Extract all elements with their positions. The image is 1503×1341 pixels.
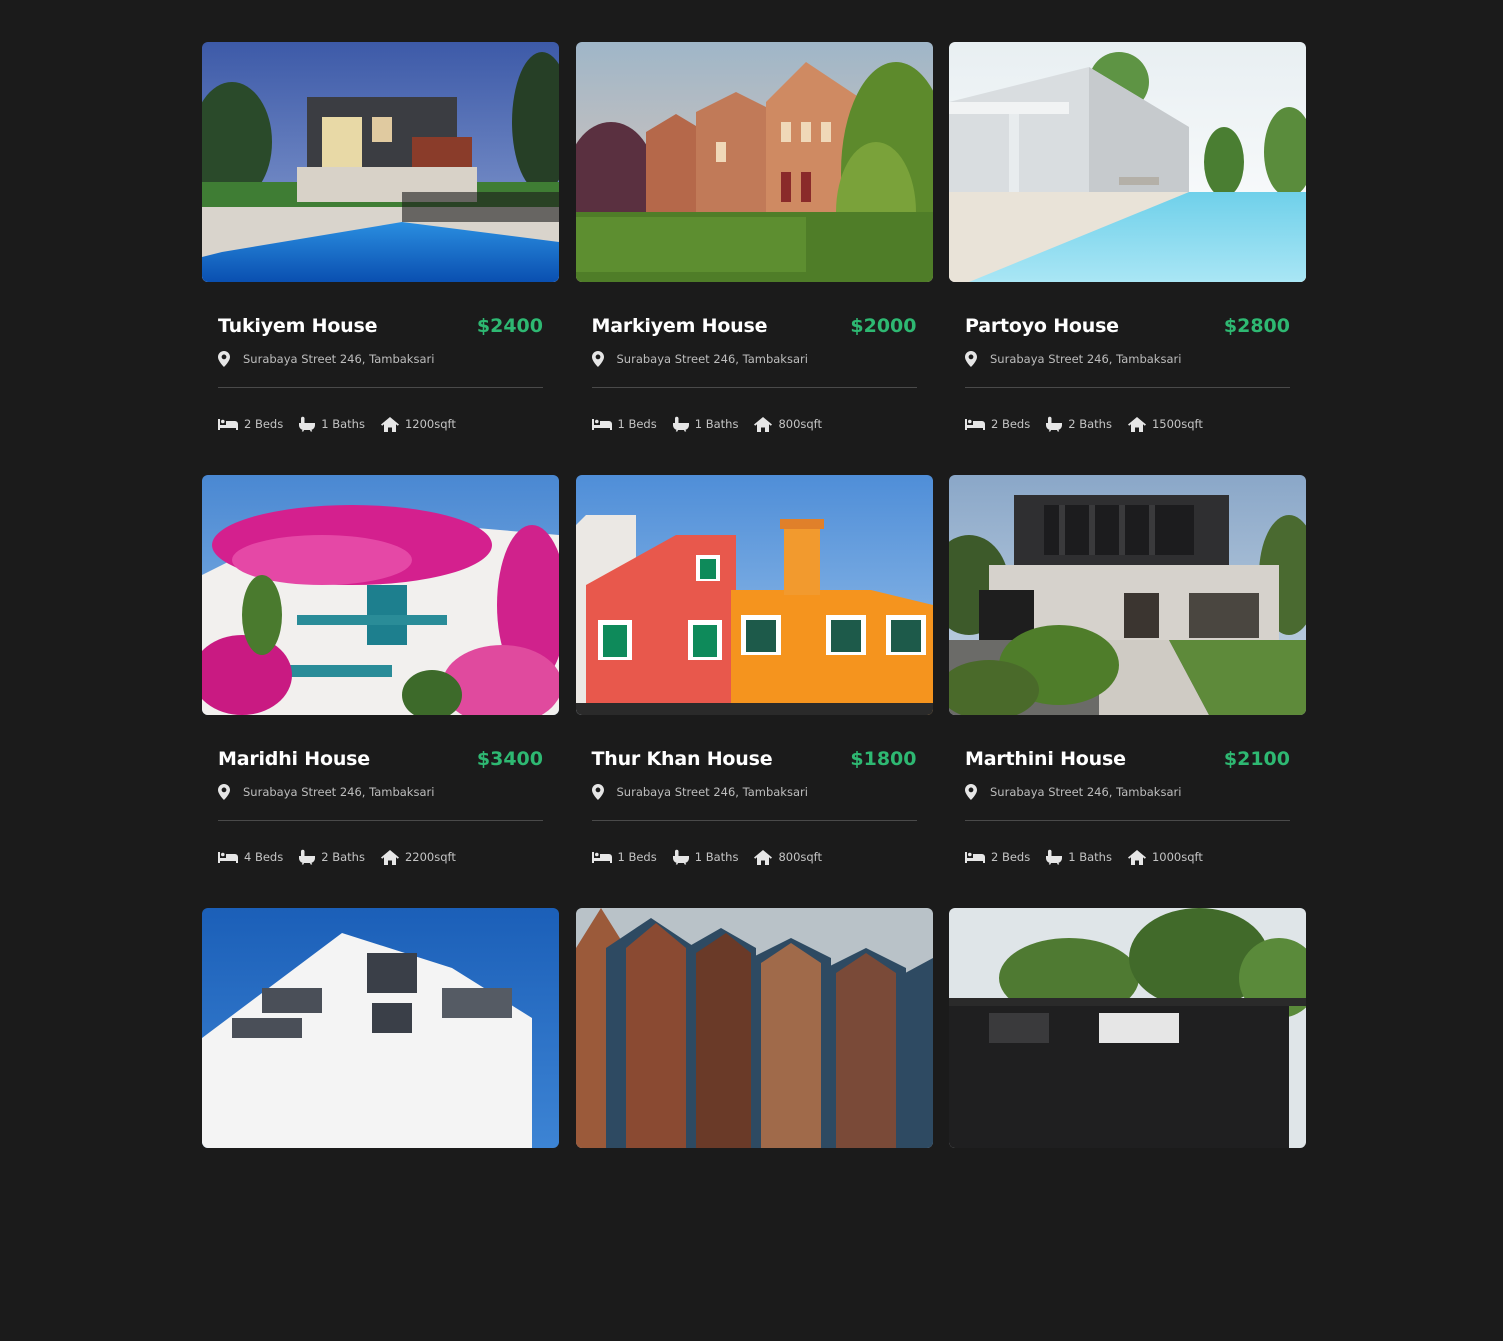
listing-title[interactable]: Tukiyem House (218, 315, 378, 337)
area-size: 1000sqft (1151, 850, 1203, 864)
area-size: 800sqft (778, 417, 823, 431)
listing-address: Surabaya Street 246, Tambaksari (243, 785, 435, 799)
listing-photo[interactable] (949, 475, 1306, 715)
beds-count: 2 Beds (991, 850, 1031, 864)
baths-count: 1 Baths (694, 417, 739, 431)
bathtub-icon (672, 849, 689, 865)
listing-title[interactable]: Thur Khan House (592, 748, 773, 770)
divider (965, 387, 1290, 388)
listing-photo[interactable] (575, 42, 933, 282)
divider (591, 387, 917, 388)
beds-count: 1 Beds (617, 417, 657, 431)
house-icon (1127, 849, 1146, 865)
listing-grid: Tukiyem House $2400 Surabaya Street 246,… (202, 42, 1306, 1341)
house-icon (754, 849, 773, 865)
listing-card[interactable]: Partoyo House $2800 Surabaya Street 246,… (949, 42, 1306, 475)
bed-icon (218, 419, 238, 430)
listing-card[interactable] (202, 908, 559, 1341)
listing-address: Surabaya Street 246, Tambaksari (616, 785, 808, 799)
baths-count: 2 Baths (321, 850, 365, 864)
listing-title[interactable]: Marthini House (965, 748, 1126, 770)
listing-photo[interactable] (575, 908, 933, 1148)
beds-count: 4 Beds (244, 850, 284, 864)
listing-card[interactable]: Marthini House $2100 Surabaya Street 246… (949, 475, 1306, 908)
area-size: 1500sqft (1151, 417, 1203, 431)
bed-icon (591, 852, 612, 863)
bed-icon (218, 852, 238, 863)
bathtub-icon (299, 849, 316, 865)
listing-card[interactable] (949, 908, 1306, 1341)
listing-card[interactable] (575, 908, 933, 1341)
divider (218, 820, 543, 821)
listing-card[interactable]: Thur Khan House $1800 Surabaya Street 24… (575, 475, 933, 908)
bathtub-icon (1046, 849, 1063, 865)
bed-icon (965, 852, 985, 863)
house-icon (380, 849, 399, 865)
house-icon (1127, 416, 1146, 432)
listing-title[interactable]: Maridhi House (218, 748, 370, 770)
listing-photo[interactable] (949, 42, 1306, 282)
map-pin-icon (218, 784, 230, 800)
bathtub-icon (1046, 416, 1063, 432)
beds-count: 1 Beds (617, 850, 657, 864)
beds-count: 2 Beds (991, 417, 1031, 431)
divider (591, 820, 917, 821)
house-icon (754, 416, 773, 432)
listing-price: $3400 (476, 748, 543, 770)
beds-count: 2 Beds (244, 417, 284, 431)
divider (218, 387, 543, 388)
area-size: 800sqft (778, 850, 823, 864)
listing-title[interactable]: Markiyem House (592, 315, 768, 337)
listing-address: Surabaya Street 246, Tambaksari (243, 352, 435, 366)
listing-price: $1800 (850, 748, 917, 770)
listing-card[interactable]: Markiyem House $2000 Surabaya Street 246… (575, 42, 933, 475)
bathtub-icon (299, 416, 316, 432)
baths-count: 1 Baths (694, 850, 739, 864)
baths-count: 1 Baths (321, 417, 365, 431)
map-pin-icon (965, 784, 977, 800)
listing-photo[interactable] (202, 42, 559, 282)
listing-photo[interactable] (202, 908, 559, 1148)
listing-price: $2000 (850, 315, 917, 337)
area-size: 2200sqft (404, 850, 456, 864)
baths-count: 1 Baths (1068, 850, 1112, 864)
listing-price: $2100 (1223, 748, 1290, 770)
house-icon (380, 416, 399, 432)
map-pin-icon (591, 784, 604, 800)
listing-photo[interactable] (575, 475, 933, 715)
divider (965, 820, 1290, 821)
listing-photo[interactable] (949, 908, 1306, 1148)
listing-price: $2400 (476, 315, 543, 337)
map-pin-icon (218, 351, 230, 367)
listing-card[interactable]: Maridhi House $3400 Surabaya Street 246,… (202, 475, 559, 908)
listing-price: $2800 (1223, 315, 1290, 337)
listing-address: Surabaya Street 246, Tambaksari (990, 785, 1182, 799)
map-pin-icon (965, 351, 977, 367)
listing-address: Surabaya Street 246, Tambaksari (990, 352, 1182, 366)
listing-card[interactable]: Tukiyem House $2400 Surabaya Street 246,… (202, 42, 559, 475)
listing-photo[interactable] (202, 475, 559, 715)
bathtub-icon (672, 416, 689, 432)
bed-icon (591, 419, 612, 430)
baths-count: 2 Baths (1068, 417, 1112, 431)
listing-title[interactable]: Partoyo House (965, 315, 1119, 337)
map-pin-icon (591, 351, 604, 367)
area-size: 1200sqft (404, 417, 456, 431)
bed-icon (965, 419, 985, 430)
listing-address: Surabaya Street 246, Tambaksari (616, 352, 808, 366)
